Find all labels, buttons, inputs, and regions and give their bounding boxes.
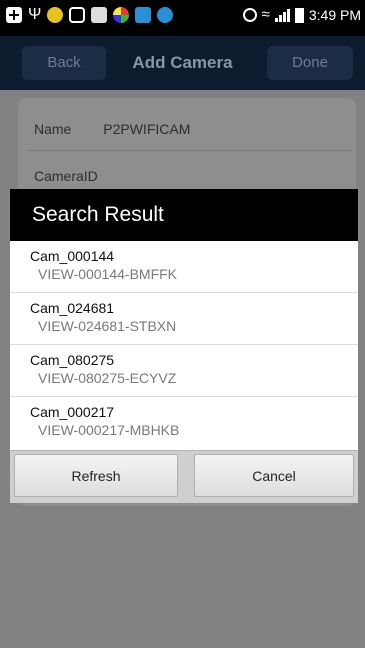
alarm-icon — [242, 8, 257, 22]
camera-name: Cam_024681 — [30, 300, 115, 316]
list-item[interactable]: Cam_080275 VIEW-080275-ECYVZ — [10, 345, 358, 397]
list-item[interactable]: Cam_000144 VIEW-000144-BMFFK — [10, 241, 358, 293]
cameraid-label: CameraID — [34, 168, 98, 184]
camera-name: Cam_000217 — [30, 404, 115, 420]
usb-icon: Ψ — [28, 6, 42, 23]
refresh-button[interactable]: Refresh — [14, 454, 178, 497]
camera-id: VIEW-080275-ECYVZ — [38, 370, 177, 386]
camera-name: Cam_080275 — [30, 352, 115, 368]
dialog-footer: Refresh Cancel — [10, 450, 358, 503]
search-result-list: Cam_000144 VIEW-000144-BMFFK Cam_024681 … — [10, 241, 358, 450]
image-icon — [91, 7, 108, 23]
cancel-button[interactable]: Cancel — [194, 454, 354, 497]
list-item[interactable]: Cam_000217 VIEW-000217-MBHKB — [10, 397, 358, 449]
app-icon — [113, 7, 130, 23]
camera-id: VIEW-024681-STBXN — [38, 318, 177, 334]
battery-icon — [294, 7, 304, 23]
list-item[interactable]: Cam_024681 VIEW-024681-STBXN — [10, 293, 358, 345]
camera-name: Cam_000144 — [30, 248, 115, 264]
status-time: 3:49 PM — [308, 7, 361, 23]
app-icon — [47, 7, 64, 23]
wifi-icon: ≈ — [261, 6, 270, 23]
name-value: P2PWIFICAM — [103, 121, 191, 137]
name-row[interactable]: Name P2PWIFICAM — [34, 121, 190, 137]
nav-bar: Back Add Camera Done — [0, 36, 365, 90]
app-icon — [69, 7, 86, 23]
add-icon — [6, 7, 22, 23]
app-icon — [157, 7, 174, 23]
done-button[interactable]: Done — [267, 46, 353, 80]
form-divider — [28, 150, 352, 151]
app-icon — [135, 7, 152, 23]
name-label: Name — [34, 121, 72, 137]
dialog-title: Search Result — [32, 203, 164, 226]
signal-icon — [274, 8, 290, 22]
camera-id: VIEW-000144-BMFFK — [38, 266, 178, 282]
status-bar: Ψ ≈ 3:49 PM — [0, 0, 365, 36]
camera-id: VIEW-000217-MBHKB — [38, 422, 180, 438]
dialog-header: Search Result — [10, 189, 358, 241]
